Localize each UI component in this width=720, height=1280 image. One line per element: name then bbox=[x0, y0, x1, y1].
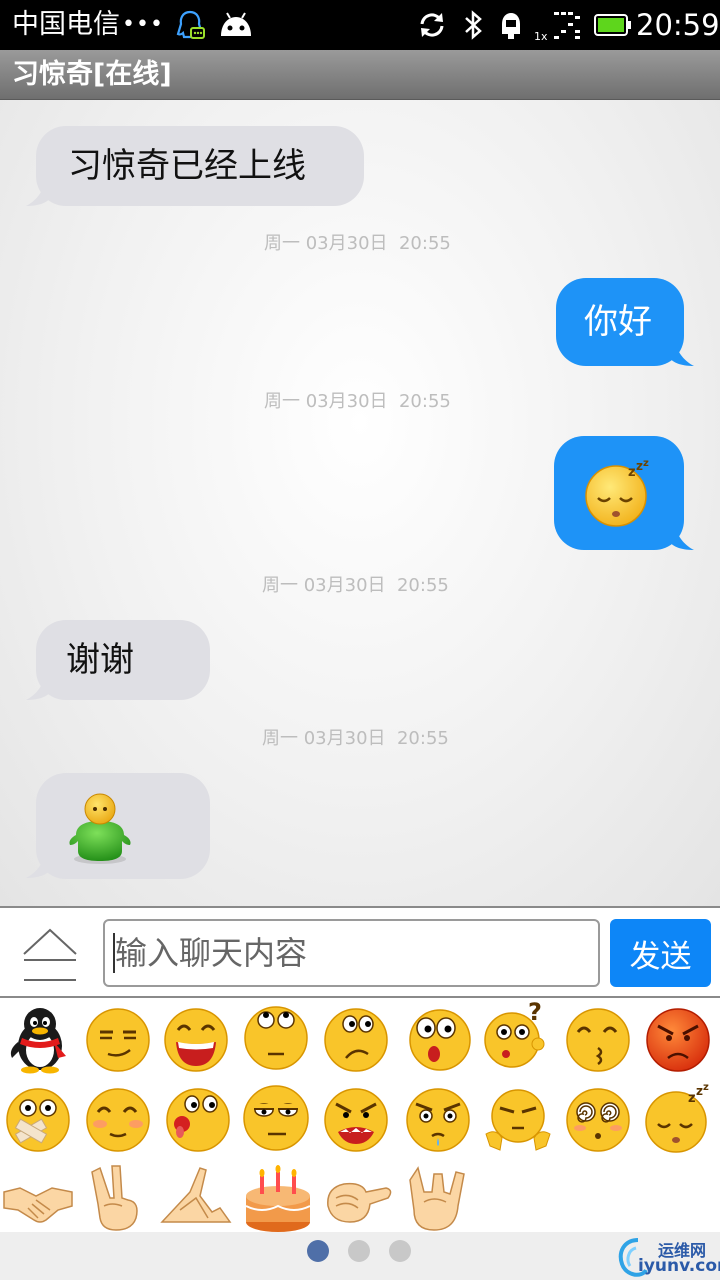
svg-text:z: z bbox=[688, 1091, 696, 1106]
page-dot-2[interactable] bbox=[348, 1240, 370, 1262]
laugh-face-icon[interactable] bbox=[160, 1002, 232, 1074]
signal-icon: 1x bbox=[534, 12, 580, 42]
message-timestamp: 周一 03月30日 20:55 bbox=[262, 575, 449, 596]
svg-text:z: z bbox=[636, 460, 643, 473]
svg-text:z: z bbox=[628, 465, 636, 480]
message-timestamp: 周一 03月30日 20:55 bbox=[264, 233, 451, 254]
confused-face-icon[interactable]: ? bbox=[480, 998, 552, 1070]
svg-text:z: z bbox=[643, 460, 649, 469]
angry-face-icon[interactable] bbox=[642, 1002, 714, 1074]
look-up-face-icon[interactable] bbox=[240, 998, 312, 1070]
chat-area[interactable]: 习惊奇已经上线 周一 03月30日 20:55 你好 周一 03月30日 20:… bbox=[0, 100, 720, 906]
fist-bump-icon[interactable] bbox=[322, 1162, 394, 1234]
bluetooth-icon bbox=[465, 10, 482, 40]
overflow-dots: ••• bbox=[122, 12, 164, 37]
contact-title: 习惊奇[在线] bbox=[12, 59, 172, 90]
green-figure-icon bbox=[69, 793, 131, 864]
shy-face-icon[interactable] bbox=[562, 1002, 634, 1074]
message-text: 谢谢 bbox=[66, 640, 134, 680]
handshake-icon[interactable] bbox=[2, 1162, 74, 1234]
carrier-label: 中国电信 bbox=[12, 9, 120, 40]
svg-text:z: z bbox=[696, 1084, 703, 1098]
teary-angry-face-icon[interactable] bbox=[402, 1082, 474, 1154]
incoming-message-bubble[interactable]: 谢谢 bbox=[36, 620, 210, 700]
rock-on-hand-icon[interactable] bbox=[400, 1162, 472, 1234]
expand-panel-button[interactable] bbox=[18, 922, 82, 986]
victory-hand-icon[interactable] bbox=[82, 1162, 154, 1234]
sleepy-face-icon: z z z bbox=[585, 460, 649, 527]
page-dot-1[interactable] bbox=[307, 1240, 329, 1262]
message-text: 你好 bbox=[584, 302, 652, 342]
clasp-hands-icon[interactable] bbox=[160, 1162, 232, 1234]
emoji-page-indicator bbox=[0, 1232, 720, 1280]
sleepy-face-icon[interactable]: z z z bbox=[642, 1082, 714, 1154]
surprised-face-icon[interactable] bbox=[402, 1002, 474, 1074]
frown-face-icon[interactable] bbox=[320, 1002, 392, 1074]
android-icon bbox=[221, 12, 251, 36]
page-dot-3[interactable] bbox=[389, 1240, 411, 1262]
send-button[interactable]: 发送 bbox=[610, 919, 711, 987]
outgoing-emoji-bubble[interactable]: z z z bbox=[554, 436, 684, 550]
title-bar: 习惊奇[在线] bbox=[0, 50, 720, 100]
message-input[interactable] bbox=[103, 919, 600, 987]
sync-icon bbox=[420, 13, 444, 37]
bored-face-icon[interactable] bbox=[240, 1080, 312, 1152]
outgoing-message-bubble[interactable]: 你好 bbox=[556, 278, 684, 366]
tongue-face-icon[interactable] bbox=[160, 1082, 232, 1154]
input-bar: 发送 bbox=[0, 906, 720, 998]
incoming-emoji-bubble[interactable] bbox=[36, 773, 210, 879]
battery-icon bbox=[594, 14, 631, 36]
svg-text:1x: 1x bbox=[534, 30, 548, 42]
status-bar: 中国电信 ••• 1x 20:59 bbox=[0, 0, 720, 50]
smirk-face-icon[interactable] bbox=[82, 1002, 154, 1074]
text-cursor bbox=[113, 933, 115, 973]
rage-face-icon[interactable] bbox=[320, 1082, 392, 1154]
usb-debug-icon bbox=[502, 13, 520, 39]
blush-face-icon[interactable] bbox=[82, 1082, 154, 1154]
watermark-text-en: iyunv.com bbox=[638, 1256, 720, 1276]
emoji-panel: ? z z z bbox=[0, 998, 720, 1280]
birthday-cake-icon[interactable] bbox=[242, 1162, 314, 1234]
taped-mouth-face-icon[interactable] bbox=[2, 1082, 74, 1154]
svg-text:z: z bbox=[703, 1082, 709, 1093]
message-timestamp: 周一 03月30日 20:55 bbox=[264, 391, 451, 412]
watermark-logo: 运维网 iyunv.com bbox=[616, 1234, 720, 1280]
svg-text:?: ? bbox=[528, 998, 542, 1026]
incoming-message-bubble[interactable]: 习惊奇已经上线 bbox=[36, 126, 364, 206]
message-timestamp: 周一 03月30日 20:55 bbox=[262, 728, 449, 749]
message-text: 习惊奇已经上线 bbox=[68, 146, 306, 186]
shrug-face-icon[interactable] bbox=[482, 1082, 554, 1154]
dizzy-face-icon[interactable] bbox=[562, 1082, 634, 1154]
qq-notification-icon bbox=[176, 10, 205, 39]
qq-penguin-icon[interactable] bbox=[4, 1002, 76, 1074]
clock: 20:59 bbox=[636, 8, 720, 42]
